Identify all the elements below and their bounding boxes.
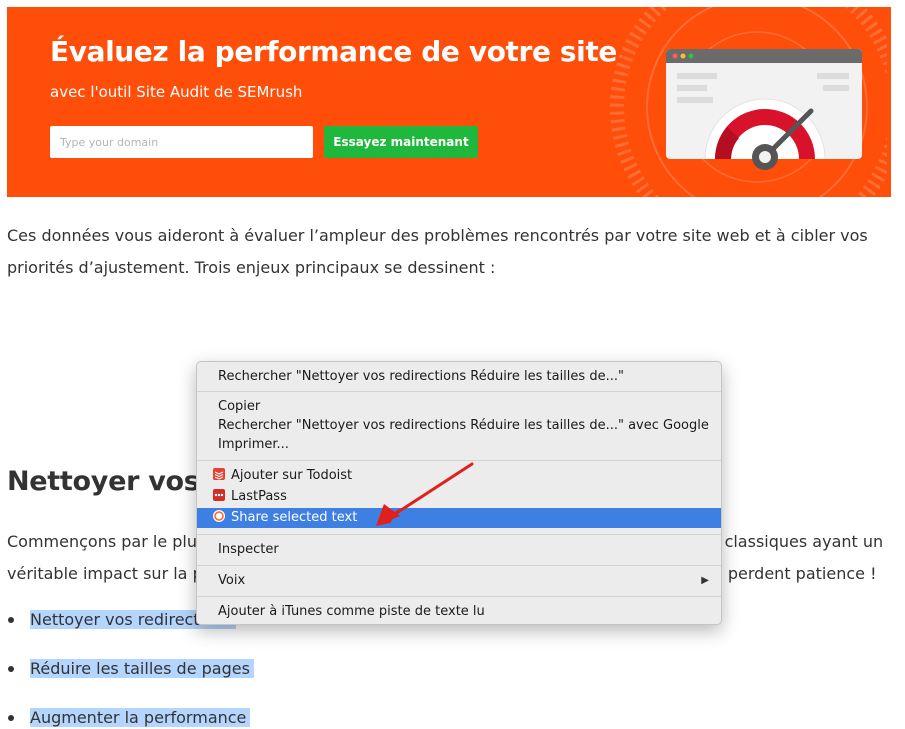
list-item-label[interactable]: Augmenter la performance (30, 708, 251, 727)
banner-title: Évaluez la performance de votre site (50, 35, 617, 68)
list-item-label[interactable]: Réduire les tailles de pages (30, 659, 254, 678)
lastpass-icon (213, 489, 225, 501)
menu-item-label: Ajouter sur Todoist (231, 468, 353, 483)
menu-item-label: Share selected text (231, 510, 358, 525)
menu-item-print[interactable]: Imprimer... (197, 435, 721, 455)
promo-banner: Évaluez la performance de votre site ave… (7, 7, 891, 197)
menu-separator (197, 596, 721, 597)
todoist-icon (213, 468, 225, 480)
menu-item-search[interactable]: Rechercher "Nettoyer vos redirections Ré… (197, 367, 721, 387)
list-item: Augmenter la performance (8, 707, 251, 729)
list-item: Réduire les tailles de pages (8, 658, 254, 680)
menu-item-label: Voix (218, 573, 246, 588)
menu-item-voice[interactable]: Voix ▶ (197, 571, 721, 591)
menu-item-todoist[interactable]: Ajouter sur Todoist (197, 466, 721, 486)
menu-item-share-selected-text[interactable]: Share selected text (197, 508, 721, 528)
menu-item-inspect[interactable]: Inspecter (197, 540, 721, 560)
share-text-icon (213, 510, 225, 522)
menu-separator (197, 391, 721, 392)
menu-separator (197, 565, 721, 566)
menu-item-label: LastPass (231, 489, 287, 504)
context-menu: Rechercher "Nettoyer vos redirections Ré… (196, 361, 722, 625)
menu-separator (197, 460, 721, 461)
menu-item-copy[interactable]: Copier (197, 397, 721, 417)
banner-subtitle: avec l'outil Site Audit de SEMrush (50, 83, 303, 101)
try-now-button[interactable]: Essayez maintenant (324, 126, 478, 158)
submenu-arrow-icon: ▶ (701, 575, 709, 586)
menu-item-lastpass[interactable]: LastPass (197, 487, 721, 507)
domain-input[interactable] (50, 126, 313, 158)
menu-item-search-google[interactable]: Rechercher "Nettoyer vos redirections Ré… (197, 416, 721, 436)
intro-paragraph: Ces données vous aideront à évaluer l’am… (7, 226, 868, 277)
site-audit-illustration (610, 7, 887, 197)
menu-item-itunes[interactable]: Ajouter à iTunes comme piste de texte lu (197, 602, 721, 622)
menu-separator (197, 534, 721, 535)
